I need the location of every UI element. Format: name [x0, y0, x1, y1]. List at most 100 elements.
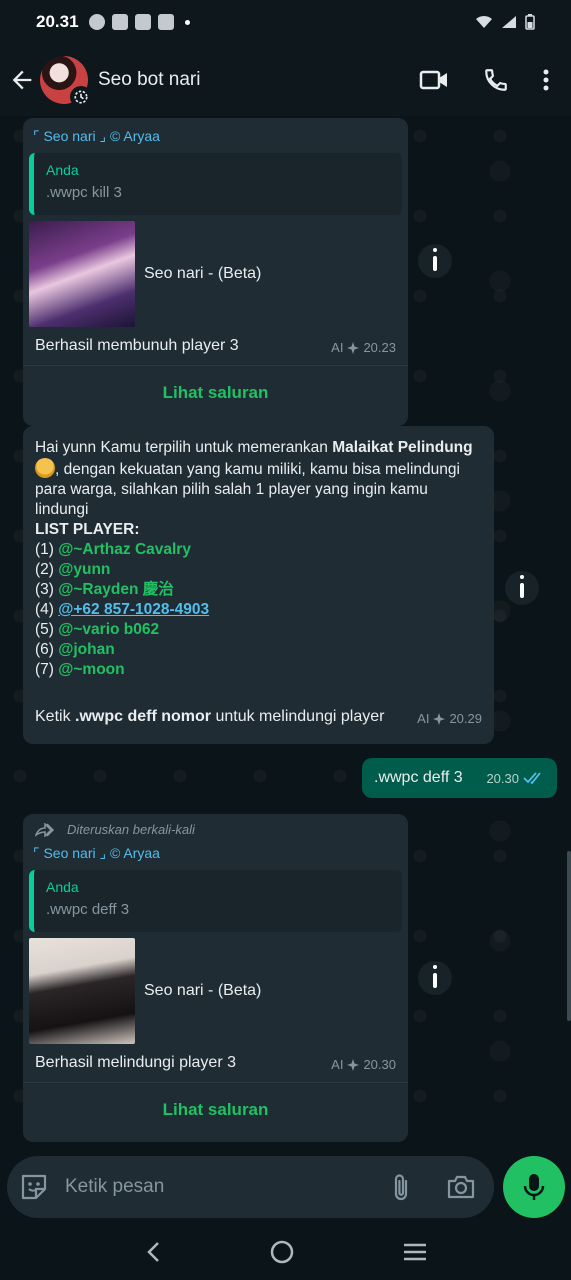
player-number: (5) — [35, 621, 59, 638]
player-row: (7) @~moon — [35, 660, 482, 680]
message-text: Berhasil melindungi player 3 — [35, 1054, 236, 1071]
message-meta: 20.30 — [486, 771, 545, 786]
avatar[interactable] — [40, 56, 92, 108]
outgoing-message-bubble[interactable]: .wwpc deff 3 20.30 — [362, 758, 557, 798]
ai-label: AI — [417, 711, 430, 726]
message-time: 20.23 — [363, 340, 396, 355]
video-call-icon[interactable] — [419, 69, 449, 91]
message-meta: AI 20.30 — [331, 1057, 396, 1072]
more-icon[interactable] — [543, 68, 549, 92]
media-thumbnail[interactable] — [29, 221, 135, 327]
message-bubble[interactable]: Hai yunn Kamu terpilih untuk memerankan … — [23, 426, 494, 744]
camera-icon[interactable] — [446, 1174, 476, 1200]
quote-text: .wwpc kill 3 — [46, 184, 122, 201]
player-row: (6) @johan — [35, 640, 482, 660]
player-mention[interactable]: @~Rayden 慶治 — [58, 581, 173, 598]
list-title: LIST PLAYER: — [35, 521, 140, 538]
role-name: Malaikat Pelindung — [332, 439, 473, 456]
player-number: (1) — [35, 541, 59, 558]
nav-recents-icon[interactable] — [403, 1242, 427, 1262]
command-text: .wwpc deff nomor — [75, 708, 212, 725]
player-mention[interactable]: @johan — [58, 641, 114, 658]
media-thumbnail[interactable] — [29, 938, 135, 1044]
read-ticks-icon — [523, 772, 541, 784]
signal-icon — [502, 16, 516, 28]
player-mention[interactable]: @~moon — [58, 661, 124, 678]
channel-tag[interactable]: ⌜ Seo nari ⌟ © Aryaa — [23, 837, 408, 862]
disappearing-timer-icon — [70, 86, 92, 108]
message-bubble[interactable]: Diteruskan berkali-kali ⌜ Seo nari ⌟ © A… — [23, 814, 408, 1142]
ai-sparkle-icon — [347, 1058, 360, 1071]
message-footer: Ketik .wwpc deff nomor untuk melindungi … — [35, 708, 384, 726]
media-title: Seo nari - (Beta) — [144, 265, 262, 282]
message-body: Hai yunn Kamu terpilih untuk memerankan … — [23, 426, 494, 680]
contact-name[interactable]: Seo bot nari — [98, 69, 200, 91]
ai-label: AI — [331, 340, 344, 355]
message-text: Berhasil membunuh player 3 — [35, 337, 239, 354]
more-notifications-dot — [184, 19, 190, 25]
info-icon[interactable] — [418, 244, 452, 278]
ai-sparkle-icon — [433, 712, 446, 725]
quote-author: Anda — [46, 879, 79, 895]
message-text-row: Berhasil melindungi player 3 AI 20.30 — [23, 1044, 408, 1072]
player-mention[interactable]: @yunn — [58, 561, 110, 578]
message-notification-icon — [88, 14, 105, 30]
message-time: 20.30 — [486, 770, 519, 786]
angel-emoji-icon — [35, 458, 55, 478]
message-composer[interactable]: Ketik pesan — [7, 1156, 494, 1218]
phone-icon[interactable] — [483, 67, 509, 93]
instagram-icon — [134, 14, 151, 30]
notification-icons — [88, 14, 190, 30]
contact-card-icon — [157, 14, 174, 30]
message-text: Hai yunn Kamu terpilih untuk memerankan — [35, 439, 333, 456]
chat-area[interactable]: ⌜ Seo nari ⌟ © Aryaa Anda .wwpc kill 3 S… — [0, 116, 571, 1150]
player-mention[interactable]: @~Arthaz Cavalry — [58, 541, 191, 558]
player-phone-link[interactable]: @+62 857-1028-4903 — [58, 601, 209, 618]
player-number: (2) — [35, 561, 59, 578]
composer-actions — [390, 1172, 476, 1202]
sticker-icon[interactable] — [19, 1172, 49, 1202]
message-text: Ketik — [35, 708, 76, 725]
quoted-message[interactable]: Anda .wwpc deff 3 — [29, 870, 402, 932]
quote-author: Anda — [46, 162, 79, 178]
battery-icon — [525, 14, 535, 30]
player-number: (4) — [35, 601, 59, 618]
player-mention[interactable]: @~vario b062 — [58, 621, 159, 638]
channel-tag[interactable]: ⌜ Seo nari ⌟ © Aryaa — [23, 118, 408, 145]
nav-back-icon[interactable] — [145, 1241, 161, 1263]
message-text: .wwpc deff 3 — [374, 769, 463, 786]
message-text-row: Ketik .wwpc deff nomor untuk melindungi … — [23, 680, 494, 726]
forward-icon — [35, 822, 55, 837]
system-navigation-bar — [0, 1224, 571, 1280]
back-arrow-icon[interactable] — [8, 66, 36, 94]
message-meta: AI 20.23 — [331, 340, 396, 355]
player-row: (3) @~Rayden 慶治 — [35, 580, 482, 600]
player-number: (7) — [35, 661, 59, 678]
info-icon[interactable] — [505, 571, 539, 605]
view-channel-button[interactable]: Lihat saluran — [23, 1083, 408, 1137]
media-title: Seo nari - (Beta) — [144, 982, 262, 999]
nav-home-icon[interactable] — [270, 1240, 294, 1264]
message-text-row: Berhasil membunuh player 3 AI 20.23 — [23, 327, 408, 355]
system-icons — [475, 14, 535, 30]
info-icon[interactable] — [418, 961, 452, 995]
scrollbar[interactable] — [567, 851, 571, 1021]
attach-icon[interactable] — [390, 1172, 412, 1202]
instagram-icon — [111, 14, 128, 30]
header-actions — [419, 67, 549, 93]
player-number: (6) — [35, 641, 59, 658]
forwarded-label: Diteruskan berkali-kali — [23, 814, 408, 837]
message-meta: AI 20.29 — [417, 711, 482, 726]
player-number: (3) — [35, 581, 59, 598]
view-channel-button[interactable]: Lihat saluran — [23, 366, 408, 420]
mic-button[interactable] — [503, 1156, 565, 1218]
quoted-message[interactable]: Anda .wwpc kill 3 — [29, 153, 402, 215]
media-preview[interactable]: Seo nari - (Beta) — [29, 938, 408, 1044]
ai-label: AI — [331, 1057, 344, 1072]
message-time: 20.30 — [363, 1057, 396, 1072]
forwarded-text: Diteruskan berkali-kali — [67, 822, 195, 837]
message-bubble[interactable]: ⌜ Seo nari ⌟ © Aryaa Anda .wwpc kill 3 S… — [23, 118, 408, 426]
message-input[interactable]: Ketik pesan — [65, 1176, 164, 1198]
player-row: (4) @+62 857-1028-4903 — [35, 600, 482, 620]
media-preview[interactable]: Seo nari - (Beta) — [29, 221, 408, 327]
